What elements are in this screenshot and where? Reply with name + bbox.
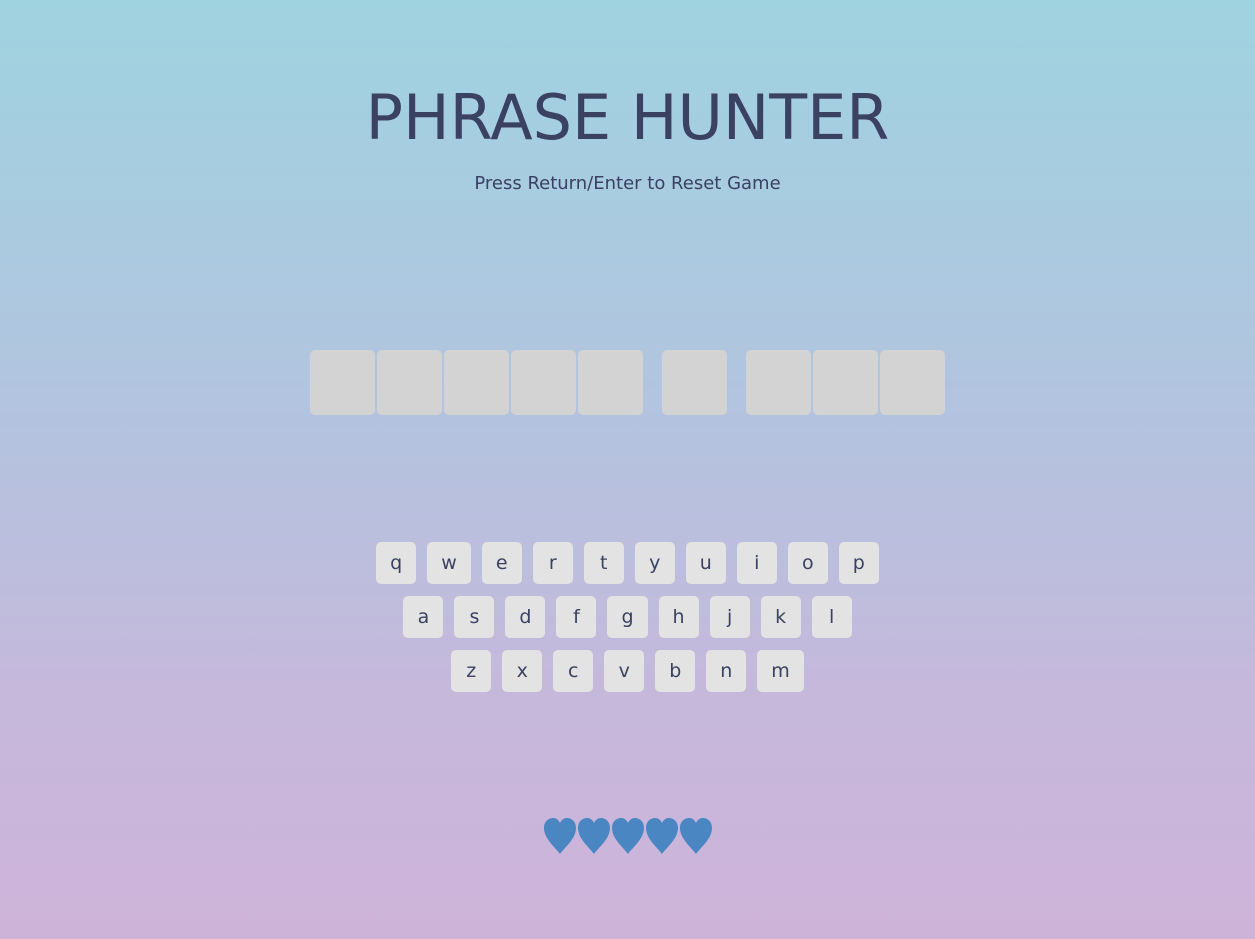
keyboard-row: zxcvbnm — [0, 650, 1255, 692]
key-b[interactable]: b — [655, 650, 696, 692]
heart-icon — [645, 815, 679, 857]
hidden-letter-box — [511, 350, 576, 415]
hidden-letter-box — [813, 350, 878, 415]
hidden-letter-box — [880, 350, 945, 415]
key-t[interactable]: t — [583, 542, 624, 584]
phrase-space — [729, 350, 744, 415]
key-a[interactable]: a — [403, 596, 444, 638]
key-m[interactable]: m — [757, 650, 804, 692]
key-j[interactable]: j — [709, 596, 750, 638]
key-x[interactable]: x — [502, 650, 543, 692]
hidden-letter-box — [377, 350, 442, 415]
key-z[interactable]: z — [451, 650, 492, 692]
page-title: PHRASE HUNTER — [365, 81, 890, 154]
hidden-letter-box — [310, 350, 375, 415]
heart-icon — [679, 815, 713, 857]
phrase-board — [0, 350, 1255, 415]
key-c[interactable]: c — [553, 650, 594, 692]
reset-instruction: Press Return/Enter to Reset Game — [474, 173, 781, 194]
hidden-letter-box — [578, 350, 643, 415]
hidden-letter-box — [662, 350, 727, 415]
key-n[interactable]: n — [706, 650, 747, 692]
key-v[interactable]: v — [604, 650, 645, 692]
key-o[interactable]: o — [787, 542, 828, 584]
hidden-letter-box — [746, 350, 811, 415]
key-k[interactable]: k — [760, 596, 801, 638]
key-l[interactable]: l — [811, 596, 852, 638]
on-screen-keyboard: qwertyuiop asdfghjkl zxcvbnm — [0, 542, 1255, 704]
heart-icon — [543, 815, 577, 857]
key-d[interactable]: d — [505, 596, 546, 638]
key-f[interactable]: f — [556, 596, 597, 638]
keyboard-row: asdfghjkl — [0, 596, 1255, 638]
key-h[interactable]: h — [658, 596, 699, 638]
phrase-space — [645, 350, 660, 415]
key-r[interactable]: r — [532, 542, 573, 584]
key-i[interactable]: i — [736, 542, 777, 584]
keyboard-row: qwertyuiop — [0, 542, 1255, 584]
key-y[interactable]: y — [634, 542, 675, 584]
heart-icon — [611, 815, 645, 857]
key-w[interactable]: w — [427, 542, 471, 584]
key-s[interactable]: s — [454, 596, 495, 638]
hidden-letter-box — [444, 350, 509, 415]
key-q[interactable]: q — [376, 542, 417, 584]
heart-icon — [577, 815, 611, 857]
key-g[interactable]: g — [607, 596, 648, 638]
key-e[interactable]: e — [481, 542, 522, 584]
key-p[interactable]: p — [838, 542, 879, 584]
key-u[interactable]: u — [685, 542, 726, 584]
lives-scoreboard — [0, 815, 1255, 857]
